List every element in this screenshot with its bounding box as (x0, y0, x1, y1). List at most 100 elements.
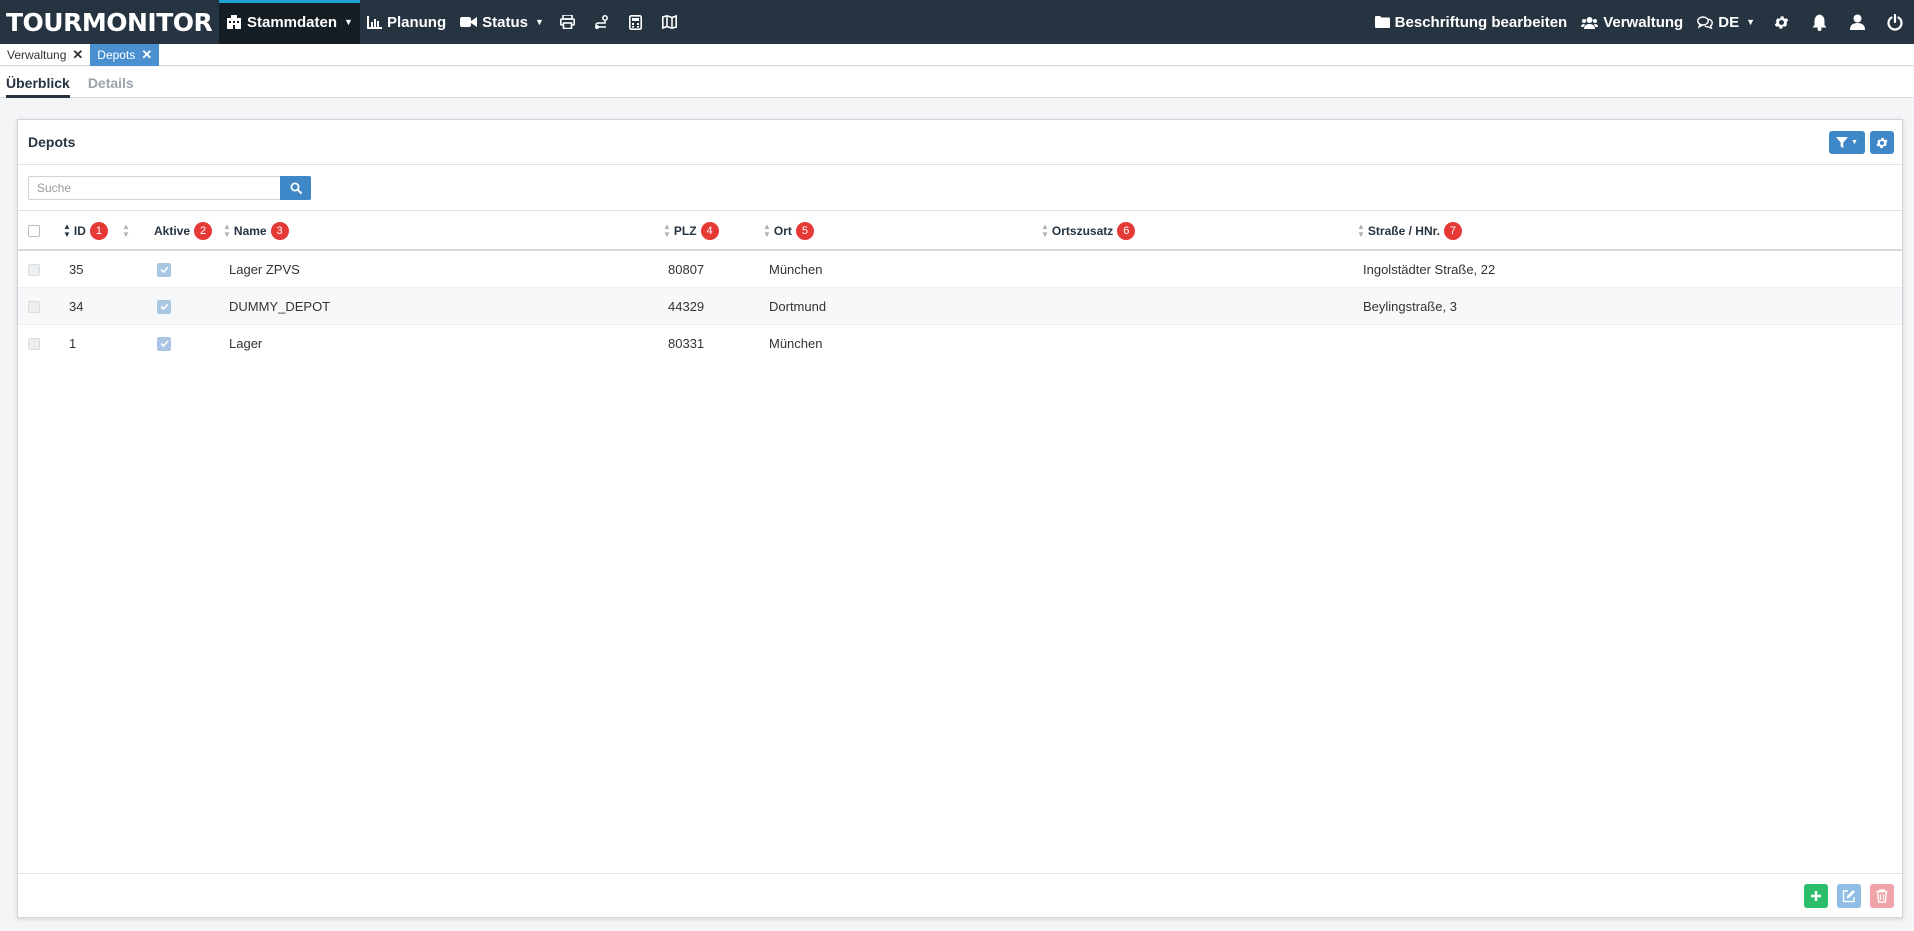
column-header-strasse[interactable]: ▲ ▼ Straße / HNr. 7 (1357, 211, 1462, 251)
active-checkbox (157, 288, 171, 325)
table-row[interactable]: 34 DUMMY_DEPOT 44329 Dortmund Beylingstr… (18, 288, 1902, 325)
sort-icon: ▲ ▼ (1357, 222, 1365, 239)
cell-plz: 80807 (668, 262, 705, 277)
column-header-ort[interactable]: ▲ ▼ Ort 5 (763, 211, 814, 251)
column-header-aktive[interactable]: Aktive 2 (154, 211, 213, 251)
sort-icon: ▲ ▼ (763, 222, 771, 239)
sort-icon: ▲ ▼ (122, 222, 130, 239)
power-icon[interactable] (1876, 0, 1914, 44)
search-input[interactable] (28, 175, 280, 200)
row-select-checkbox[interactable] (28, 288, 40, 325)
filter-icon (1836, 137, 1849, 148)
subtab-bar: Überblick Details (0, 67, 1914, 98)
nav-status[interactable]: Status ▼ (453, 0, 551, 44)
edit-icon (1842, 889, 1856, 903)
cell-name: Lager (229, 336, 263, 351)
column-header-ortszusatz[interactable]: ▲ ▼ Ortszusatz 6 (1041, 211, 1136, 251)
close-icon[interactable]: ✕ (141, 47, 152, 63)
gear-icon[interactable] (1762, 0, 1800, 44)
folder-icon (1374, 16, 1390, 28)
column-label: Aktive (154, 224, 191, 238)
column-badge: 2 (194, 222, 213, 240)
active-checkbox (157, 251, 171, 288)
nav-verwaltung[interactable]: Verwaltung (1574, 0, 1690, 44)
settings-button[interactable] (1870, 131, 1894, 154)
caret-down-icon: ▼ (1851, 139, 1858, 146)
column-badge: 7 (1443, 222, 1462, 240)
add-button[interactable] (1804, 884, 1828, 908)
panel-footer (18, 873, 1902, 917)
nav-stammdaten[interactable]: Stammdaten ▼ (219, 0, 360, 44)
column-label: Name (233, 224, 267, 238)
column-resize-sort[interactable]: ▲ ▼ (122, 211, 133, 251)
row-select-checkbox[interactable] (28, 325, 40, 362)
language-selector[interactable]: DE ▼ (1690, 0, 1762, 44)
window-tab-bar: Verwaltung ✕ Depots ✕ (0, 44, 1914, 66)
delete-button[interactable] (1870, 884, 1894, 908)
brand-logo: TOURMONITOR (6, 7, 213, 37)
cell-plz: 80331 (668, 336, 705, 351)
column-header-name[interactable]: ▲ ▼ Name 3 (223, 211, 289, 251)
calculator-icon[interactable] (619, 0, 653, 44)
close-icon[interactable]: ✕ (72, 47, 83, 63)
window-tab-verwaltung[interactable]: Verwaltung ✕ (0, 44, 90, 66)
bell-icon[interactable] (1800, 0, 1838, 44)
panel-title: Depots (28, 134, 76, 150)
row-select-checkbox[interactable] (28, 251, 40, 288)
cell-name: Lager ZPVS (229, 262, 300, 277)
building-icon (226, 15, 242, 29)
column-header-id[interactable]: ▲ ▼ ID 1 (63, 211, 108, 251)
sort-icon: ▲ ▼ (63, 222, 71, 239)
top-navbar: TOURMONITOR Stammdaten ▼ Planung Status … (0, 0, 1914, 44)
chat-icon (1697, 15, 1714, 29)
window-tab-depots[interactable]: Depots ✕ (90, 44, 160, 66)
cell-name: DUMMY_DEPOT (229, 299, 331, 314)
table-row[interactable]: 35 Lager ZPVS 80807 München Ingolstädter… (18, 251, 1902, 288)
caret-down-icon: ▼ (344, 17, 353, 27)
sort-icon: ▲ ▼ (663, 222, 671, 239)
nav-verwaltung-label: Verwaltung (1603, 13, 1684, 31)
caret-down-icon: ▼ (534, 17, 544, 27)
map-icon[interactable] (653, 0, 687, 44)
column-badge: 5 (795, 222, 814, 240)
sort-icon: ▲ ▼ (223, 222, 231, 239)
search-row (18, 165, 1902, 211)
column-label: Ort (773, 224, 792, 238)
select-all-checkbox[interactable] (28, 211, 40, 251)
nav-planung[interactable]: Planung (360, 0, 453, 44)
depots-panel: Depots ▼ ▲▼ ID (17, 119, 1903, 918)
nav-status-label: Status (482, 13, 528, 31)
user-icon[interactable] (1838, 0, 1876, 44)
trash-icon (1876, 889, 1888, 903)
column-badge: 6 (1117, 222, 1136, 240)
column-label: Ortszusatz (1051, 224, 1114, 238)
cell-id: 34 (69, 299, 84, 314)
nav-beschriftung[interactable]: Beschriftung bearbeiten (1368, 0, 1575, 44)
users-icon (1581, 16, 1599, 29)
column-badge: 4 (700, 222, 719, 240)
cell-id: 35 (69, 262, 84, 277)
table-row[interactable]: 1 Lager 80331 München (18, 325, 1902, 362)
search-button[interactable] (280, 175, 311, 200)
column-badge: 3 (270, 222, 289, 240)
cell-ort: München (769, 262, 823, 277)
filter-button[interactable]: ▼ (1829, 131, 1865, 154)
nav-beschriftung-label: Beschriftung bearbeiten (1394, 13, 1568, 31)
active-checkbox (157, 325, 171, 362)
search-icon (290, 182, 302, 194)
column-label: ID (73, 224, 86, 238)
tab-details[interactable]: Details (88, 67, 134, 98)
video-icon (460, 16, 478, 28)
edit-button[interactable] (1837, 884, 1861, 908)
cell-id: 1 (69, 336, 77, 351)
tab-overview[interactable]: Überblick (6, 67, 70, 98)
route-icon[interactable] (585, 0, 619, 44)
cell-ort: München (769, 336, 823, 351)
caret-down-icon: ▼ (1746, 17, 1755, 27)
nav-stammdaten-label: Stammdaten (247, 13, 338, 31)
column-header-plz[interactable]: ▲ ▼ PLZ 4 (663, 211, 719, 251)
print-icon[interactable] (551, 0, 585, 44)
gear-icon (1875, 136, 1889, 150)
language-label: DE (1718, 13, 1740, 31)
cell-strasse: Beylingstraße, 3 (1363, 299, 1457, 314)
